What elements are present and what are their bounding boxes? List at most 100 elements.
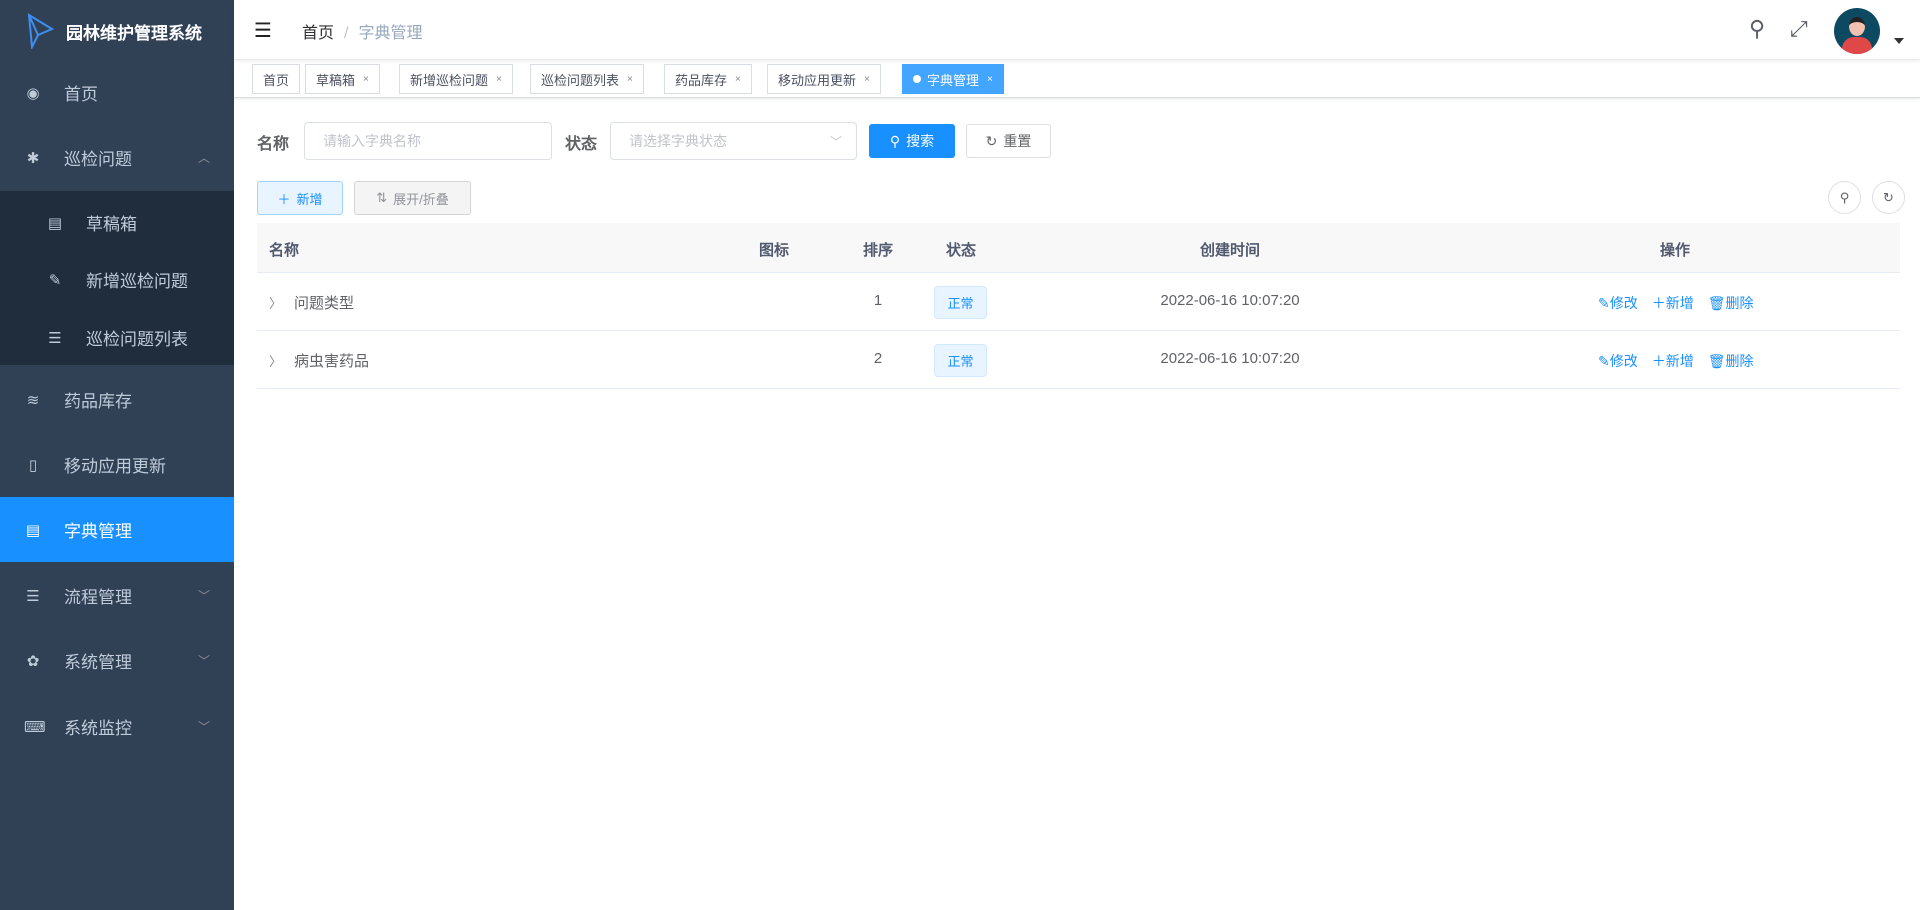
edit-label: 修改	[1609, 295, 1638, 311]
sidebar-item-monitor[interactable]: ⌨ 系统监控 ﹀	[0, 694, 234, 759]
sidebar-item-inspection[interactable]: ✱ 巡检问题 ︿	[0, 125, 234, 190]
status-label: 状态	[565, 136, 598, 153]
monitor-icon: ⌨	[24, 718, 46, 736]
close-icon[interactable]: ×	[496, 74, 502, 85]
sidebar-item-label: 移动应用更新	[64, 457, 166, 476]
header-sort: 排序	[862, 242, 894, 259]
tab-drafts[interactable]: 草稿箱 ×	[305, 64, 380, 94]
sidebar: 园林维护管理系统 ◉ 首页 ✱ 巡检问题 ︿ ▤ 草稿箱 ✎ 新增巡检问题 ☰ 巡检问题列表…	[0, 0, 234, 910]
tab-home[interactable]: 首页	[252, 64, 301, 94]
sidebar-item-label: 巡检问题	[64, 150, 132, 169]
reset-button-label: 重置	[1003, 133, 1032, 149]
breadcrumb-separator: /	[344, 25, 349, 42]
status-badge: 正常	[934, 286, 987, 319]
row-created: 2022-06-16 10:07:20	[1160, 350, 1300, 367]
logo[interactable]: 园林维护管理系统	[0, 0, 234, 62]
tab-label: 新增巡检问题	[410, 72, 489, 88]
delete-link[interactable]: 🗑删除	[1708, 351, 1754, 371]
edit-link[interactable]: ✎修改	[1598, 351, 1638, 371]
row-sort: 2	[873, 350, 883, 367]
plus-icon: ＋	[277, 191, 291, 207]
reset-button[interactable]: ↻ 重置	[966, 124, 1051, 158]
add-button-label: 新增	[296, 191, 323, 207]
caret-down-icon[interactable]	[1894, 38, 1904, 44]
gear-icon: ✿	[26, 652, 40, 670]
row-actions: ✎修改 ＋新增 🗑删除	[1598, 293, 1754, 313]
tab-label: 字典管理	[927, 72, 980, 88]
expand-arrow-icon[interactable]: 〉	[269, 354, 282, 369]
edit-icon: ✎	[48, 271, 62, 289]
name-placeholder: 请输入字典名称	[323, 133, 421, 149]
tab-inspection-list[interactable]: 巡检问题列表 ×	[530, 64, 644, 94]
list-icon: ☰	[26, 587, 40, 605]
add-label: 新增	[1665, 353, 1694, 369]
row-name-text: 病虫害药品	[294, 353, 370, 370]
row-created: 2022-06-16 10:07:20	[1160, 292, 1300, 309]
sidebar-item-label: 系统监控	[64, 719, 132, 738]
add-child-link[interactable]: ＋新增	[1652, 293, 1694, 313]
sidebar-item-inspection-list[interactable]: ☰ 巡检问题列表	[0, 305, 234, 370]
header-ops: 操作	[1659, 242, 1691, 259]
sidebar-item-new-inspection[interactable]: ✎ 新增巡检问题	[0, 247, 234, 312]
sidebar-item-label: 药品库存	[64, 392, 132, 411]
delete-link[interactable]: 🗑删除	[1708, 293, 1754, 313]
add-button[interactable]: ＋ 新增	[257, 181, 343, 215]
sidebar-item-label: 新增巡检问题	[86, 272, 188, 291]
sidebar-item-app-update[interactable]: ▯ 移动应用更新	[0, 432, 234, 497]
toggle-search-button[interactable]: ⚲	[1828, 181, 1861, 214]
document-icon: ▤	[47, 214, 63, 232]
row-sort: 1	[873, 292, 883, 309]
tab-app-update[interactable]: 移动应用更新 ×	[767, 64, 881, 94]
refresh-icon: ↻	[1883, 189, 1894, 205]
sidebar-item-dictionary[interactable]: ▤ 字典管理	[0, 497, 234, 562]
tags-view: 首页 草稿箱 × 新增巡检问题 × 巡检问题列表 × 药品库存 × 移动应用更新 × 字典…	[234, 60, 1920, 98]
row-name: 〉病虫害药品	[269, 350, 369, 371]
close-icon[interactable]: ×	[987, 74, 993, 85]
app-title: 园林维护管理系统	[66, 23, 202, 43]
expand-arrow-icon[interactable]: 〉	[269, 296, 282, 311]
sidebar-item-system[interactable]: ✿ 系统管理 ﹀	[0, 628, 234, 693]
dashboard-icon: ◉	[26, 84, 40, 102]
active-dot-icon	[913, 75, 921, 83]
tab-new-inspection[interactable]: 新增巡检问题 ×	[399, 64, 513, 94]
row-name: 〉问题类型	[269, 292, 354, 313]
tab-dictionary[interactable]: 字典管理 ×	[902, 64, 1004, 94]
close-icon[interactable]: ×	[363, 74, 369, 85]
refresh-button[interactable]: ↻	[1872, 181, 1905, 214]
edit-icon: ✎	[1598, 353, 1610, 369]
search-icon[interactable]: ⚲	[1749, 16, 1765, 42]
menu-fold-icon[interactable]: ☰	[254, 18, 272, 43]
search-button[interactable]: ⚲ 搜索	[869, 124, 955, 158]
row-actions: ✎修改 ＋新增 🗑删除	[1598, 351, 1754, 371]
sidebar-item-process[interactable]: ☰ 流程管理 ﹀	[0, 563, 234, 628]
status-badge: 正常	[934, 344, 987, 377]
tab-label: 首页	[263, 72, 290, 88]
chevron-down-icon: ﹀	[197, 589, 210, 603]
tab-label: 巡检问题列表	[541, 72, 620, 88]
close-icon[interactable]: ×	[627, 74, 633, 85]
table-row: 〉病虫害药品 2 正常 2022-06-16 10:07:20 ✎修改 ＋新增 …	[257, 331, 1900, 389]
sidebar-item-label: 系统管理	[64, 653, 132, 672]
edit-link[interactable]: ✎修改	[1598, 293, 1638, 313]
search-button-label: 搜索	[906, 133, 935, 149]
expand-collapse-button[interactable]: ⇅ 展开/折叠	[354, 181, 471, 215]
sidebar-item-medicine[interactable]: ≋ 药品库存	[0, 367, 234, 432]
breadcrumb-home[interactable]: 首页	[302, 25, 334, 42]
name-input[interactable]: 请输入字典名称	[304, 122, 552, 160]
add-child-link[interactable]: ＋新增	[1652, 351, 1694, 371]
close-icon[interactable]: ×	[735, 74, 741, 85]
expand-button-label: 展开/折叠	[393, 191, 449, 207]
sidebar-item-drafts[interactable]: ▤ 草稿箱	[0, 190, 234, 255]
status-select[interactable]: 请选择字典状态 ﹀	[610, 122, 857, 160]
phone-icon: ▯	[28, 456, 38, 474]
layers-icon: ≋	[26, 391, 40, 409]
tab-medicine[interactable]: 药品库存 ×	[664, 64, 752, 94]
header-created: 创建时间	[1199, 242, 1261, 259]
sidebar-item-home[interactable]: ◉ 首页	[0, 60, 234, 125]
search-icon: ⚲	[1839, 189, 1850, 205]
avatar[interactable]	[1834, 8, 1880, 54]
fullscreen-icon[interactable]: ⤢	[1790, 16, 1808, 42]
close-icon[interactable]: ×	[864, 74, 870, 85]
add-label: 新增	[1665, 295, 1694, 311]
plus-icon: ＋	[1651, 353, 1666, 369]
